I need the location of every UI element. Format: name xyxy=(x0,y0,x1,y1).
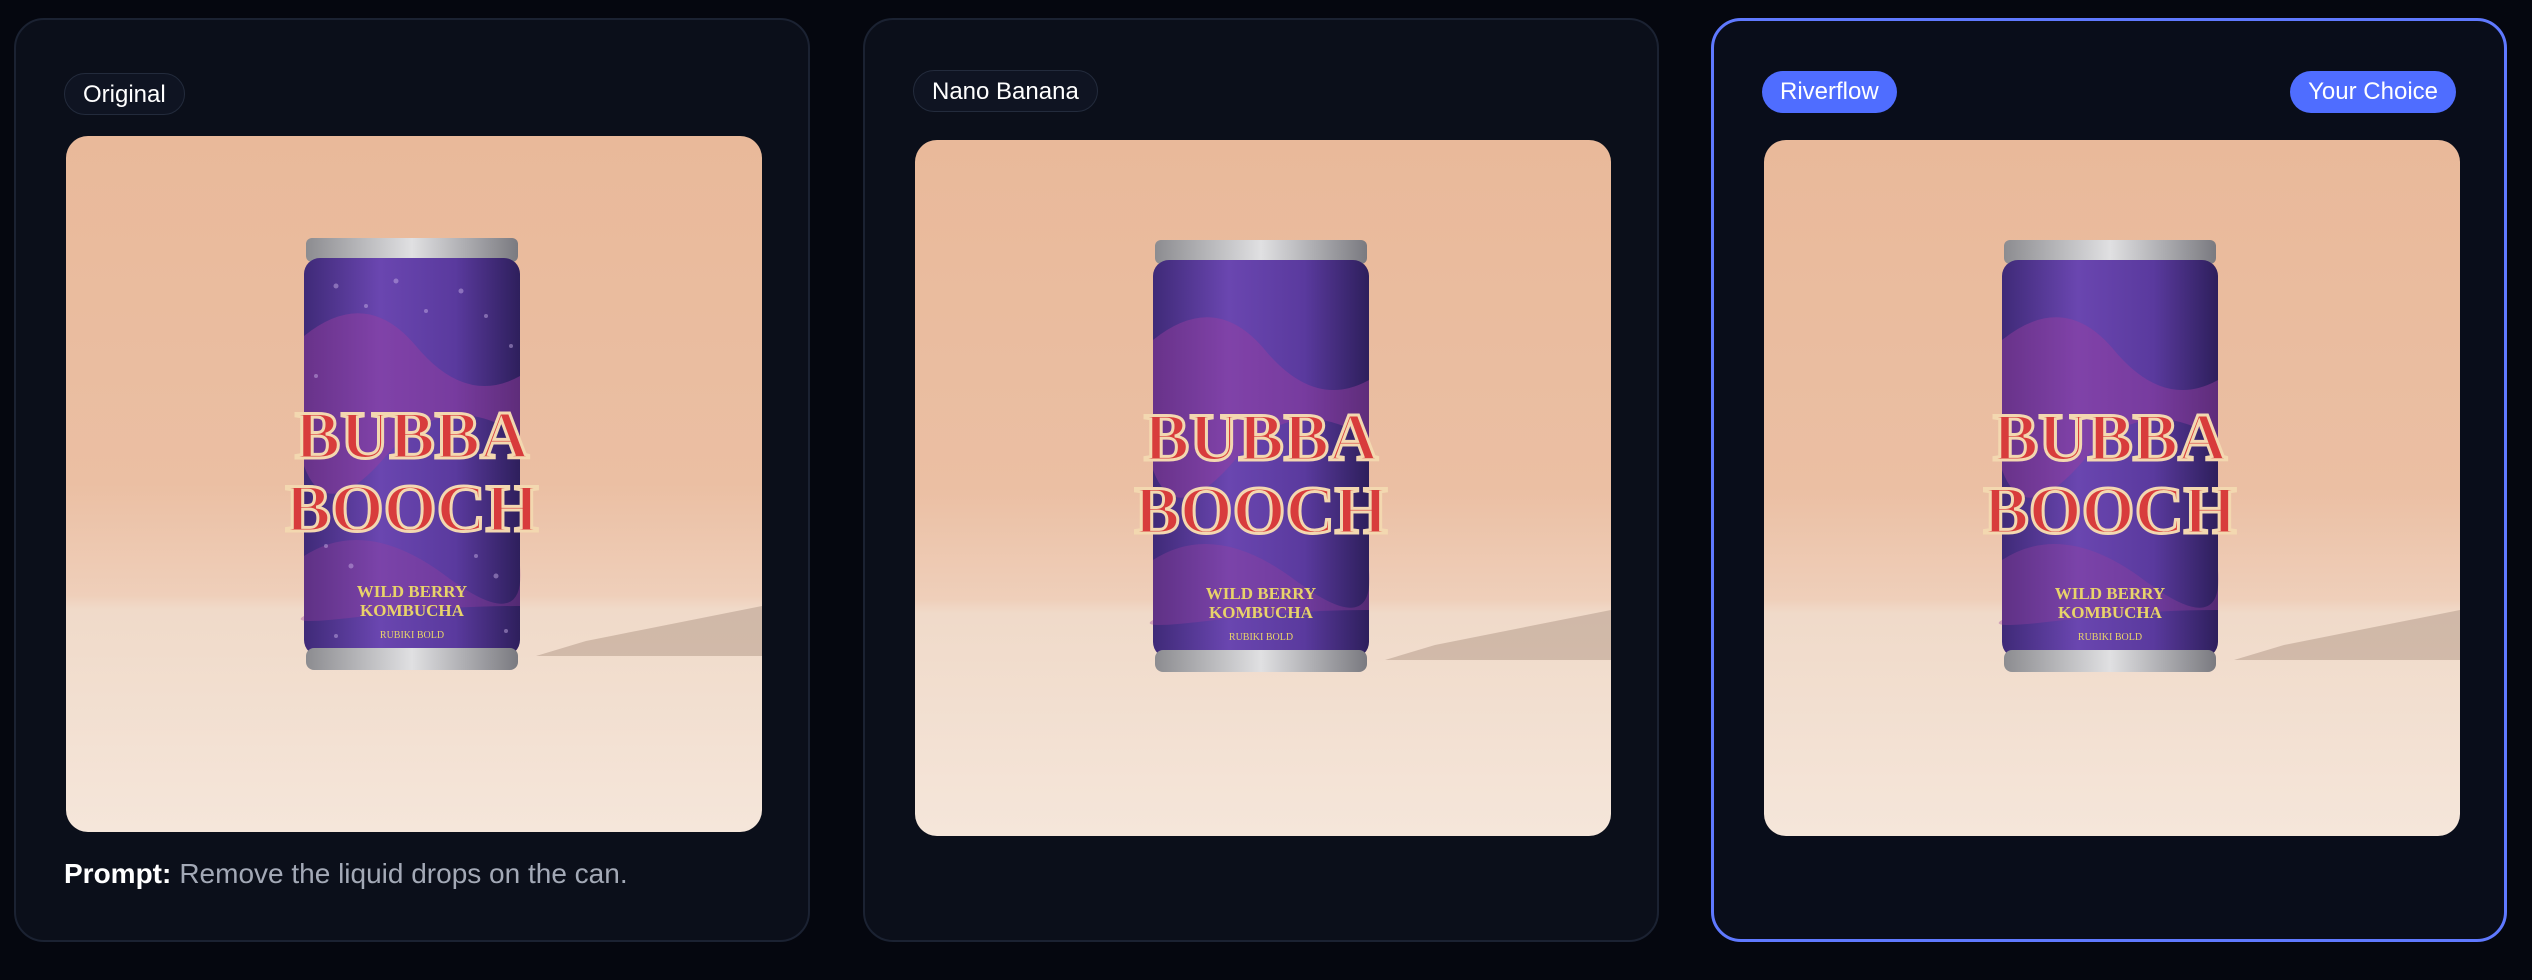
can-brand-line2: BOOCH xyxy=(1134,472,1387,548)
can-brand-line1: BUBBA xyxy=(1993,399,2227,475)
prompt-body: Remove the liquid drops on the can. xyxy=(179,858,628,889)
can-brand-line1: BUBBA xyxy=(1144,399,1378,475)
prompt-text: Prompt: Remove the liquid drops on the ca… xyxy=(64,858,628,890)
can-variant: RUBIKI BOLD xyxy=(2078,632,2142,643)
original-image: BUBBA BOOCH WILD BERRY KOMBUCHA RUBIKI B… xyxy=(66,136,762,832)
nano-banana-image: BUBBA BOOCH WILD BERRY KOMBUCHA RUBIKI B… xyxy=(915,140,1611,836)
original-label: Original xyxy=(64,73,185,115)
can-flavor-line1: WILD BERRY xyxy=(1206,584,1316,603)
can-flavor-line2: KOMBUCHA xyxy=(2058,603,2163,622)
can-variant: RUBIKI BOLD xyxy=(380,630,444,641)
riverflow-image: BUBBA BOOCH WILD BERRY KOMBUCHA RUBIKI B… xyxy=(1764,140,2460,836)
can-brand-line1: BUBBA xyxy=(295,397,529,473)
original-panel[interactable]: Original BUBBA BOOCH WILD BERRY KOMBUCHA xyxy=(14,18,810,942)
can-flavor-line1: WILD BERRY xyxy=(2055,584,2165,603)
nano-banana-label: Nano Banana xyxy=(913,70,1098,112)
can-brand-line2: BOOCH xyxy=(285,470,538,546)
riverflow-panel[interactable]: Riverflow Your Choice BUBBA BOOCH WILD B… xyxy=(1711,18,2507,942)
can-flavor-line2: KOMBUCHA xyxy=(360,601,465,620)
your-choice-badge: Your Choice xyxy=(2290,71,2456,113)
can-brand-line2: BOOCH xyxy=(1983,472,2236,548)
can-variant: RUBIKI BOLD xyxy=(1229,632,1293,643)
riverflow-label: Riverflow xyxy=(1762,71,1897,113)
can-flavor-line2: KOMBUCHA xyxy=(1209,603,1314,622)
prompt-label: Prompt: xyxy=(64,858,172,889)
can-flavor-line1: WILD BERRY xyxy=(357,582,467,601)
nano-banana-panel[interactable]: Nano Banana BUBBA BOOCH WILD BERRY KOMBU… xyxy=(863,18,1659,942)
